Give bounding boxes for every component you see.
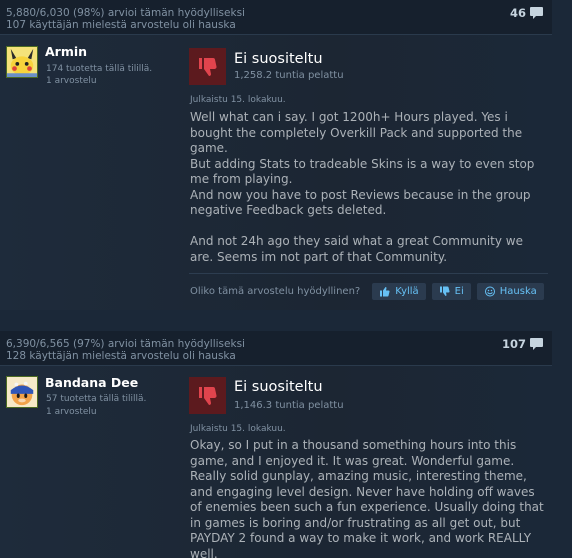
comment-count-value: 46 xyxy=(509,5,526,20)
review-text: Okay, so I put in a thousand something h… xyxy=(190,438,544,558)
thumbs-down-icon xyxy=(198,57,217,76)
vote-yes-label: Kyllä xyxy=(395,286,419,297)
bandana-dee-avatar-image xyxy=(7,377,37,407)
helpful-question: Oliko tämä arvostelu hyödyllinen? xyxy=(190,286,361,297)
avatar[interactable] xyxy=(6,46,38,78)
vote-funny-label: Hauska xyxy=(499,286,537,297)
hours-played: 1,146.3 tuntia pelattu xyxy=(234,400,344,411)
thumbs-up-icon xyxy=(380,287,390,297)
funny-stats: 107 käyttäjän mielestä arvostelu oli hau… xyxy=(6,19,236,31)
vote-no-label: Ei xyxy=(454,286,464,297)
divider xyxy=(189,273,548,274)
posted-date: Julkaistu 15. lokakuu. xyxy=(190,424,286,434)
vote-no-button[interactable]: Ei xyxy=(431,283,471,300)
review-header: 5,880/6,030 (98%) arvioi tämän hyödyllis… xyxy=(0,0,552,35)
speech-bubble-icon xyxy=(529,337,544,351)
verdict-thumb xyxy=(189,48,226,85)
comment-count[interactable]: 107 xyxy=(502,337,544,351)
review-card: 6,390/6,565 (97%) arvioi tämän hyödyllis… xyxy=(0,331,552,558)
vote-yes-button[interactable]: Kyllä xyxy=(372,283,426,300)
author-review-count: 1 arvostelu xyxy=(46,407,97,417)
pikachu-avatar-image xyxy=(7,47,37,77)
funny-stats: 128 käyttäjän mielestä arvostelu oli hau… xyxy=(6,350,236,362)
author-name[interactable]: Armin xyxy=(45,44,87,59)
author-products: 174 tuotetta tällä tilillä. xyxy=(46,64,153,74)
review-header: 6,390/6,565 (97%) arvioi tämän hyödyllis… xyxy=(0,331,552,366)
author-products: 57 tuotetta tällä tilillä. xyxy=(46,394,147,404)
comment-count-value: 107 xyxy=(501,336,526,351)
author-name[interactable]: Bandana Dee xyxy=(45,375,138,390)
posted-date: Julkaistu 15. lokakuu. xyxy=(190,95,286,105)
review-card: 5,880/6,030 (98%) arvioi tämän hyödyllis… xyxy=(0,0,552,310)
vote-funny-button[interactable]: Hauska xyxy=(476,283,544,300)
hours-played: 1,258.2 tuntia pelattu xyxy=(234,70,344,81)
thumbs-down-icon xyxy=(198,386,217,405)
smiley-icon xyxy=(484,286,495,297)
review-text: Well what can i say. I got 1200h+ Hours … xyxy=(190,110,535,264)
thumbs-down-icon xyxy=(439,286,450,296)
comment-count[interactable]: 46 xyxy=(510,6,544,20)
helpful-vote-row: Oliko tämä arvostelu hyödyllinen? Kyllä … xyxy=(190,283,544,300)
verdict-thumb xyxy=(189,377,226,414)
verdict-title[interactable]: Ei suositeltu xyxy=(234,379,323,395)
avatar[interactable] xyxy=(6,376,38,408)
speech-bubble-icon xyxy=(529,6,544,20)
author-review-count: 1 arvostelu xyxy=(46,76,97,86)
verdict-title[interactable]: Ei suositeltu xyxy=(234,51,323,67)
